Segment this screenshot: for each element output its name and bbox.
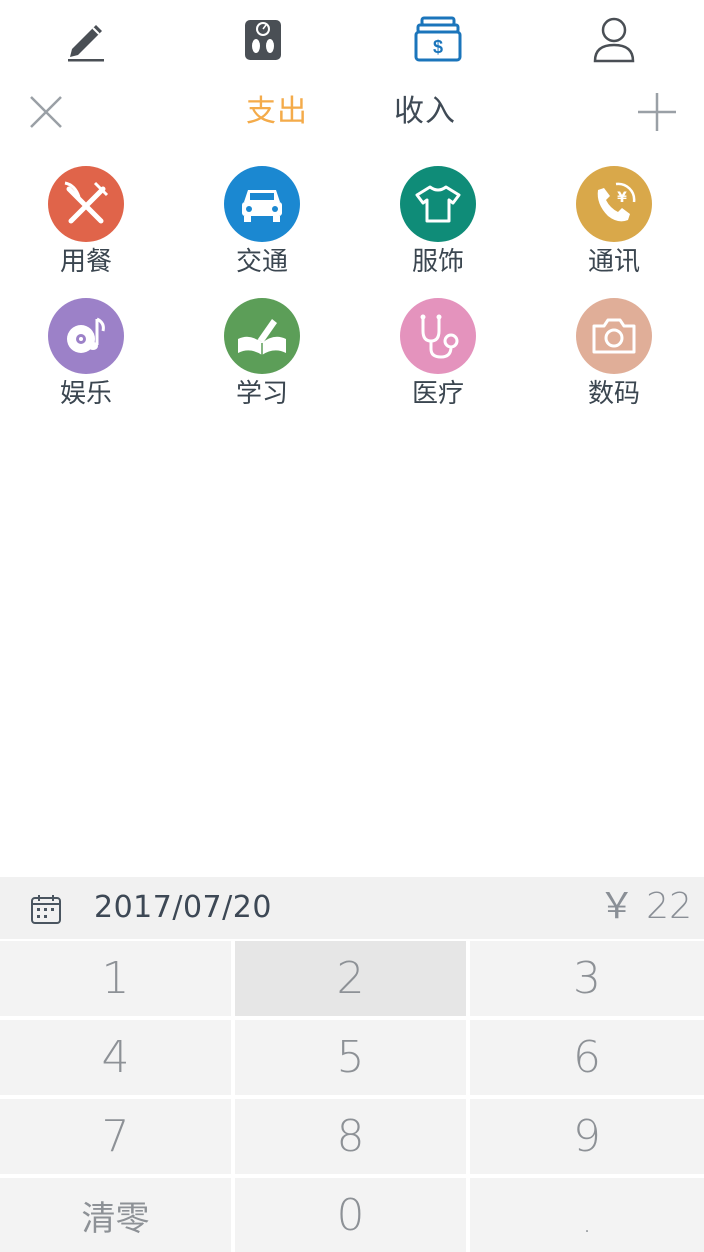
scale-icon (245, 20, 281, 60)
date-amount-bar: 2017/07/20 ￥ 22 (0, 877, 704, 939)
numeric-keypad: 1 2 3 4 5 6 7 8 9 清零 0 . (0, 939, 704, 1252)
nav-record-button[interactable] (56, 10, 116, 68)
camera-icon (576, 298, 652, 374)
category-study[interactable]: 学习 (202, 298, 322, 418)
tab-income[interactable]: 收入 (394, 92, 456, 132)
category-telecom[interactable]: ¥ 通讯 (554, 166, 674, 286)
key-5[interactable]: 5 (235, 1020, 466, 1095)
close-icon (30, 96, 62, 128)
category-digital[interactable]: 数码 (554, 298, 674, 418)
close-button[interactable] (22, 90, 70, 134)
key-8[interactable]: 8 (235, 1099, 466, 1174)
category-label: 学习 (235, 379, 288, 409)
key-decimal[interactable]: . (470, 1178, 704, 1252)
category-dining[interactable]: 用餐 (26, 166, 146, 286)
book-pen-icon (224, 298, 300, 374)
key-9[interactable]: 9 (470, 1099, 704, 1174)
stethoscope-icon (400, 298, 476, 374)
category-transport[interactable]: 交通 (202, 166, 322, 286)
nav-profile-button[interactable] (584, 10, 644, 68)
person-icon (593, 17, 635, 63)
category-entertainment[interactable]: 娱乐 (26, 298, 146, 418)
category-label: 医疗 (411, 379, 464, 409)
category-label: 服饰 (411, 247, 464, 277)
tab-expense[interactable]: 支出 (246, 92, 308, 132)
category-clothing[interactable]: 服饰 (378, 166, 498, 286)
key-7[interactable]: 7 (0, 1099, 231, 1174)
key-4[interactable]: 4 (0, 1020, 231, 1095)
entry-amount: ￥ 22 (598, 886, 692, 927)
tshirt-icon (400, 166, 476, 242)
entry-date[interactable]: 2017/07/20 (94, 890, 272, 926)
category-label: 数码 (587, 379, 640, 409)
svg-text:$: $ (433, 37, 443, 57)
category-label: 用餐 (59, 247, 112, 277)
music-disc-icon (48, 298, 124, 374)
pencil-icon (68, 25, 104, 62)
top-navigation: $ (0, 0, 704, 76)
calendar-icon[interactable] (30, 893, 62, 925)
add-category-button[interactable] (632, 88, 682, 136)
key-6[interactable]: 6 (470, 1020, 704, 1095)
car-icon (224, 166, 300, 242)
category-label: 娱乐 (59, 379, 112, 409)
cash-register-icon: $ (414, 16, 462, 62)
category-label: 通讯 (587, 247, 640, 277)
category-medical[interactable]: 医疗 (378, 298, 498, 418)
nav-bookkeeping-button[interactable]: $ (408, 10, 468, 68)
svg-text:¥: ¥ (617, 190, 627, 206)
phone-yuan-icon: ¥ (576, 166, 652, 242)
key-1[interactable]: 1 (0, 941, 231, 1016)
plus-icon (638, 93, 676, 131)
fork-knife-icon (48, 166, 124, 242)
category-label: 交通 (235, 247, 288, 277)
key-3[interactable]: 3 (470, 941, 704, 1016)
key-2[interactable]: 2 (235, 941, 466, 1016)
entry-header: 支出 收入 (0, 80, 704, 144)
nav-weight-button[interactable] (233, 10, 293, 68)
clear-button[interactable]: 清零 (0, 1178, 231, 1252)
key-0[interactable]: 0 (235, 1178, 466, 1252)
